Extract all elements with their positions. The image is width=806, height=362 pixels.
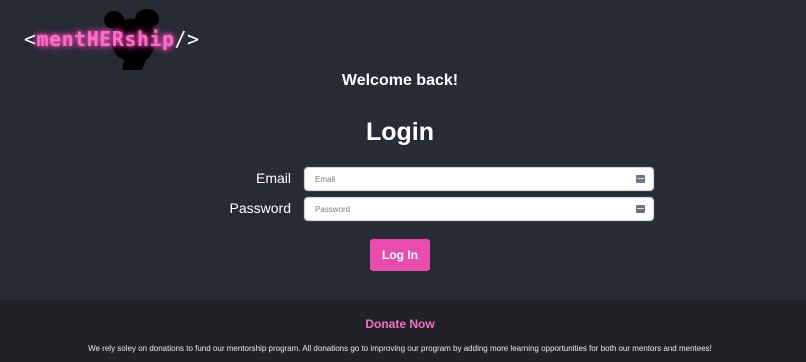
page-title: Login bbox=[365, 118, 435, 146]
password-row: Password bbox=[0, 197, 806, 221]
site-logo[interactable]: < mentHERship /> bbox=[24, 8, 199, 72]
password-field-wrapper bbox=[304, 197, 654, 221]
logo-wordmark: < mentHERship /> bbox=[24, 27, 200, 51]
email-label: Email bbox=[255, 170, 291, 186]
password-manager-key-icon[interactable] bbox=[636, 175, 645, 183]
logo-word: mentHERship bbox=[36, 27, 175, 51]
donate-link[interactable]: Donate Now bbox=[0, 317, 800, 331]
email-row: Email bbox=[0, 167, 806, 191]
password-label: Password bbox=[229, 200, 291, 216]
welcome-message: Welcome back! bbox=[341, 72, 459, 89]
donate-label[interactable]: Donate Now bbox=[365, 317, 434, 331]
logo-close-bracket: /> bbox=[174, 27, 200, 51]
footer: Donate Now We rely soley on donations to… bbox=[0, 300, 806, 362]
logo-open-bracket: < bbox=[24, 27, 37, 51]
email-input[interactable] bbox=[305, 168, 653, 190]
donation-message: We rely soley on donations to fund our m… bbox=[88, 344, 712, 353]
password-input[interactable] bbox=[305, 198, 653, 220]
login-button[interactable]: Log In bbox=[370, 239, 430, 271]
email-field-wrapper bbox=[304, 167, 654, 191]
password-manager-key-icon[interactable] bbox=[636, 205, 645, 213]
